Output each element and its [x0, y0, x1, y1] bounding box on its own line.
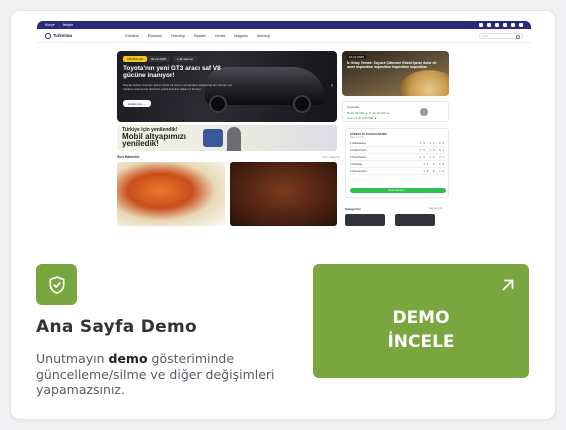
logo-text: Turkmiwa — [53, 33, 73, 38]
page-title: Ana Sayfa Demo — [36, 317, 197, 337]
side-news-card: 10.11.2025 İz Gelay Yemek: Soyucé Çökerm… — [342, 51, 449, 96]
table-row: 1 Galatasaray 15 11 36 — [350, 141, 446, 147]
hero-category: ARABALAR — [123, 56, 148, 62]
site-logo: Turkmiwa — [45, 32, 125, 39]
youtube-icon — [519, 23, 523, 27]
menu-item: Siyaset — [193, 33, 206, 38]
promo-banner: Türkiye için yenilendik! Mobil altyapımı… — [117, 125, 337, 151]
team-name: 4 Göztepe — [350, 163, 362, 166]
side-news-title: İz Gelay Yemek: Soyucé Çökermé Gözde İpn… — [347, 61, 437, 70]
description: Unutmayın demo gösteriminde güncelleme/s… — [36, 351, 276, 398]
news-image — [230, 162, 337, 226]
demo-button-line2: İNCELE — [387, 332, 455, 352]
homepage-preview[interactable]: Künye İletişim Turkmiwa Gündem Ekonomi T… — [37, 21, 531, 256]
facebook-icon — [487, 23, 491, 27]
table-row: 3 Fenerbahçe 15 10 33 — [350, 155, 446, 161]
wheel — [209, 95, 227, 113]
side-news-date: 10.11.2025 — [347, 55, 366, 59]
news-more: Tüm Haberler — [322, 155, 341, 159]
hero-date: 02.12.2025 — [147, 56, 171, 62]
wheel — [293, 95, 311, 113]
menu-item: Astroloji — [257, 33, 270, 38]
table-button: Puan durumu → — [350, 188, 446, 193]
instagram-icon — [495, 23, 499, 27]
description-bold: demo — [108, 351, 148, 366]
news-heading: Son Haberler — [117, 155, 140, 159]
logo-icon — [45, 32, 51, 39]
team-name: 5 Samsunspor — [350, 170, 367, 173]
arrow-up-right-icon — [502, 279, 514, 291]
category-tile — [395, 214, 435, 226]
team-stats: 15 9 28 — [423, 163, 446, 166]
description-text: Unutmayın — [36, 351, 109, 366]
shield-check-icon — [36, 264, 77, 305]
table-row: 4 Göztepe 15 9 28 — [350, 162, 446, 168]
site-navbar: Turkmiwa Gündem Ekonomi Teknoloji Siyase… — [37, 29, 531, 43]
hero-read-button: Haberi oku → — [123, 100, 152, 107]
menu-item: Ekonomi — [147, 33, 162, 38]
category-tile — [345, 214, 385, 226]
table-row: 5 Samsunspor 15 8 26 — [350, 169, 446, 175]
menu-item: Magazin — [234, 33, 249, 38]
news-image — [117, 162, 225, 226]
table-row: 2 Trabzonspor 15 10 34 — [350, 148, 446, 154]
market-widget: Piyasalar Dolar 42,000 ▲ % 42,46.000 ▲ G… — [342, 101, 449, 122]
banner-line2: Mobil altyapımızı yeniledik! — [122, 132, 187, 149]
topbar-item: Künye — [45, 23, 55, 27]
team-stats: 15 10 33 — [419, 156, 446, 159]
site-menu: Gündem Ekonomi Teknoloji Siyaset Yemek M… — [125, 34, 270, 38]
table-subtitle: Takım O G P — [350, 136, 364, 139]
team-stats: 15 10 34 — [419, 149, 446, 152]
hero-title: Toyota'nın yeni GT3 aracı saf V8 gücüne … — [123, 65, 221, 80]
x-icon — [479, 23, 483, 27]
food-image — [399, 70, 449, 96]
hero-subtitle: Sayılar kuban 2 korum ipsum dolor sit am… — [123, 83, 232, 91]
team-stats: 15 11 36 — [420, 142, 446, 145]
categories-more: Hepsini gör — [429, 207, 443, 210]
menu-item: Gündem — [125, 33, 139, 38]
person-image — [227, 127, 241, 151]
hero-slide: ARABALAR 02.12.2025 1 dk okuma Toyota'nı… — [117, 51, 337, 122]
demo-button-label: DEMO İNCELE — [313, 306, 529, 354]
social-icons — [479, 23, 523, 27]
whatsapp-icon — [503, 23, 507, 27]
avatar — [420, 108, 428, 116]
topbar-item: İletişim — [62, 23, 74, 27]
league-table: SÜPER LİG PUAN DURUMU Takım O G P 1 Gala… — [345, 128, 449, 198]
market-label: Piyasalar — [347, 105, 360, 109]
phone-image — [203, 129, 223, 147]
linkedin-icon — [511, 23, 515, 27]
categories-heading: Kategoriler — [345, 207, 361, 211]
demo-view-button[interactable]: DEMO İNCELE — [313, 264, 529, 378]
demo-card: Künye İletişim Turkmiwa Gündem Ekonomi T… — [10, 10, 556, 420]
team-name: 3 Fenerbahçe — [350, 156, 367, 159]
market-value: Dolar 42,000 ▲ % 42,46.000 ▲ — [347, 111, 390, 115]
market-value: Gram 5.4K 546.000 ▲ — [347, 116, 377, 120]
site-search: Ara... — [479, 32, 523, 39]
team-name: 1 Galatasaray — [350, 142, 367, 145]
chevron-right-icon: › — [331, 83, 333, 89]
menu-item: Teknoloji — [170, 33, 185, 38]
menu-item: Yemek — [214, 33, 226, 38]
demo-button-line1: DEMO — [392, 308, 450, 328]
team-name: 2 Trabzonspor — [350, 149, 367, 152]
team-stats: 15 8 26 — [423, 170, 446, 173]
hero-readtime: 1 dk okuma — [173, 56, 197, 62]
site-screenshot: Künye İletişim Turkmiwa Gündem Ekonomi T… — [37, 21, 531, 256]
site-topbar: Künye İletişim — [37, 21, 531, 29]
